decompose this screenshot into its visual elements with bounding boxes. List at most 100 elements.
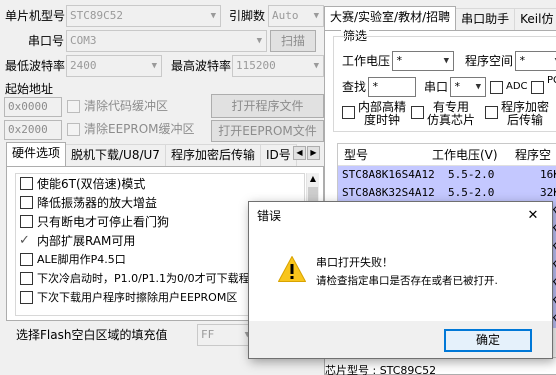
- pin-count-label: 引脚数: [229, 9, 266, 23]
- option-label: 降低振荡器的放大增益: [37, 196, 158, 210]
- option-checkbox[interactable]: [20, 272, 33, 285]
- dialog-footer: 确定: [249, 321, 552, 358]
- chip-model-label: 单片机型号: [5, 9, 66, 23]
- clear-eeprom-checkbox[interactable]: [67, 123, 80, 136]
- program-space-value: *: [519, 54, 526, 67]
- cell-space: 32K: [540, 186, 556, 199]
- chevron-down-icon: ▼: [210, 11, 216, 21]
- uart-select[interactable]: * ▼: [450, 77, 486, 97]
- warning-icon: [278, 256, 306, 282]
- min-baud-select[interactable]: 2400 ▼: [66, 55, 162, 77]
- tab-hardware-options[interactable]: 硬件选项: [6, 142, 67, 166]
- chip-model-select[interactable]: STC89C52 ▼: [66, 5, 221, 27]
- sim-chip-label: 有专用 仿真芯片: [427, 100, 476, 127]
- cell-voltage: 5.5-2.0: [448, 186, 495, 199]
- chevron-down-icon: ▼: [443, 56, 449, 66]
- scan-button[interactable]: 扫描: [270, 30, 316, 52]
- search-label: 查找: [342, 80, 367, 94]
- scroll-up-arrow-icon[interactable]: ▲: [307, 173, 319, 185]
- cell-model: STC8A8K32S4A12: [342, 186, 435, 199]
- ok-button[interactable]: 确定: [444, 329, 532, 352]
- chevron-down-icon: ▼: [475, 82, 481, 92]
- option-label: 内部扩展RAM可用: [37, 234, 136, 248]
- open-program-file-button[interactable]: 打开程序文件: [211, 94, 324, 118]
- dialog-message-line1: 串口打开失败！: [316, 256, 393, 269]
- pin-count-value: Auto: [272, 9, 299, 22]
- option-label: 使能6T(双倍速)模式: [37, 177, 146, 191]
- chip-name-readout: 芯片型号 : STC89C52: [325, 364, 437, 375]
- uart-value: *: [454, 80, 461, 93]
- tab-scroll-right-button[interactable]: ▶: [307, 146, 320, 160]
- option-checkbox[interactable]: [20, 215, 33, 228]
- tab-offline-download[interactable]: 脱机下载/U8/U7: [65, 144, 166, 166]
- column-header-model[interactable]: 型号: [344, 144, 368, 166]
- tab-scroll-left-button[interactable]: ◀: [293, 146, 306, 160]
- fill-value-select[interactable]: FF ▼: [197, 324, 255, 346]
- encrypted-transfer-label: 程序加密 后传输: [501, 100, 550, 127]
- option-label: ALE脚用作P4.5口: [37, 253, 126, 266]
- clear-code-label: 清除代码缓冲区: [84, 99, 169, 113]
- option-checkbox[interactable]: [20, 177, 33, 190]
- open-eeprom-file-button[interactable]: 打开EEPROM文件: [211, 120, 324, 142]
- cell-model: STC8A8K16S4A12: [342, 168, 435, 181]
- dialog-title: 错误: [257, 209, 282, 223]
- max-baud-select[interactable]: 115200 ▼: [232, 55, 324, 77]
- option-label: 下次下载用户程序时擦除用户EEPROM区: [37, 291, 238, 304]
- search-input[interactable]: *: [368, 77, 416, 97]
- adc-checkbox[interactable]: [490, 81, 503, 94]
- voltage-value: *: [396, 54, 403, 67]
- uart-label: 串口: [424, 80, 449, 94]
- cell-space: 16K: [540, 168, 556, 181]
- fill-value-value: FF: [201, 328, 215, 341]
- pin-count-select[interactable]: Auto ▼: [268, 5, 324, 27]
- fill-value-label: 选择Flash空白区域的填充值: [16, 328, 168, 342]
- option-checkbox[interactable]: [20, 291, 33, 304]
- serial-port-label: 串口号: [28, 34, 65, 48]
- option-checkbox[interactable]: [20, 196, 33, 209]
- chevron-down-icon: ▼: [256, 36, 262, 46]
- program-space-select[interactable]: * ▼: [515, 51, 556, 71]
- option-checkbox[interactable]: [20, 253, 33, 266]
- min-baud-label: 最低波特率: [5, 59, 66, 73]
- clear-eeprom-label: 清除EEPROM缓冲区: [84, 122, 195, 136]
- table-row[interactable]: STC8A8K16S4A12 5.5-2.0 16K: [338, 166, 556, 184]
- max-baud-value: 115200: [236, 59, 276, 72]
- table-row[interactable]: STC8A8K32S4A12 5.5-2.0 32K: [338, 184, 556, 202]
- left-tab-bar: 硬件选项 脱机下载/U8/U7 程序加密后传输 ID号: [6, 142, 297, 166]
- checkmark-icon[interactable]: ✓: [19, 232, 30, 250]
- high-precision-clock-checkbox[interactable]: [342, 106, 355, 119]
- cell-voltage: 5.5-2.0: [448, 168, 495, 181]
- serial-port-value: COM3: [70, 34, 97, 47]
- tab-encrypted-transfer[interactable]: 程序加密后传输: [164, 144, 261, 166]
- error-dialog: 错误 ✕ 串口打开失败！ 请检查指定串口是否存在或者已被打开. 确定: [248, 201, 553, 359]
- right-tab-bar: 大赛/实验室/教材/招聘 串口助手 Keil仿: [324, 6, 556, 30]
- pca-label: PCA: [547, 75, 556, 86]
- eeprom-address-input[interactable]: 0x2000: [4, 120, 62, 140]
- chip-model-value: STC89C52: [70, 9, 123, 22]
- tab-keil-sim[interactable]: Keil仿: [514, 8, 556, 30]
- option-label: 只有断电才可停止看门狗: [37, 215, 170, 229]
- clear-code-checkbox[interactable]: [67, 100, 80, 113]
- start-address-label: 起始地址: [5, 82, 54, 96]
- code-address-input[interactable]: 0x0000: [4, 97, 62, 117]
- encrypted-transfer-checkbox[interactable]: [485, 106, 498, 119]
- tab-id-number[interactable]: ID号: [259, 144, 297, 166]
- voltage-select[interactable]: * ▼: [392, 51, 454, 71]
- pca-checkbox[interactable]: [531, 81, 544, 94]
- option-label: 下次冷启动时，P1.0/P1.1为0/0才可下载程序: [37, 272, 261, 285]
- tab-serial-assistant[interactable]: 串口助手: [455, 8, 516, 30]
- sim-chip-checkbox[interactable]: [411, 106, 424, 119]
- min-baud-value: 2400: [70, 59, 97, 72]
- column-header-voltage[interactable]: 工作电压(V): [432, 144, 498, 166]
- program-space-label: 程序空间: [465, 54, 514, 68]
- close-icon[interactable]: ✕: [519, 205, 547, 227]
- table-header: 型号 工作电压(V) 程序空: [338, 144, 556, 166]
- chevron-down-icon: ▼: [151, 61, 157, 71]
- column-header-space[interactable]: 程序空: [515, 144, 551, 166]
- serial-port-select[interactable]: COM3 ▼: [66, 30, 267, 52]
- tab-contest-lab[interactable]: 大赛/实验室/教材/招聘: [324, 6, 457, 30]
- max-baud-label: 最高波特率: [171, 59, 232, 73]
- voltage-label: 工作电压: [342, 54, 391, 68]
- chevron-down-icon: ▼: [313, 61, 319, 71]
- chevron-down-icon: ▼: [313, 11, 319, 21]
